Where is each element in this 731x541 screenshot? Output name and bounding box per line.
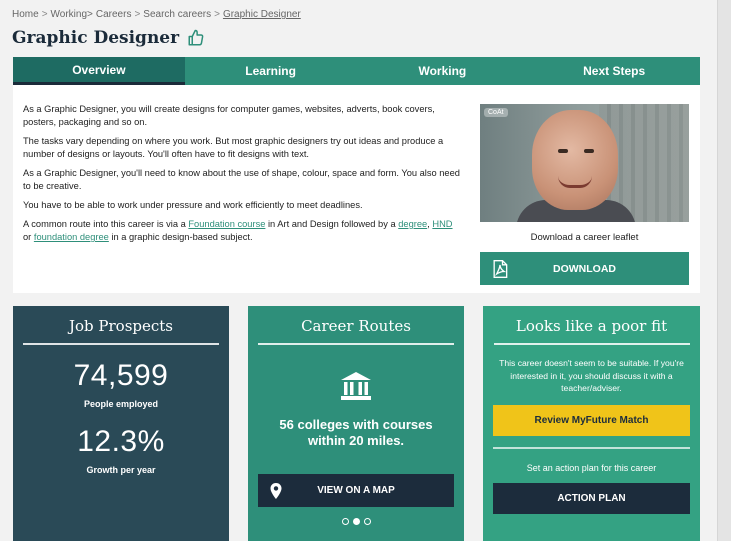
divider (258, 343, 454, 345)
pdf-icon (493, 259, 508, 278)
institution-icon (341, 372, 371, 400)
action-plan-button[interactable]: ACTION PLAN (493, 482, 690, 514)
breadcrumb-home[interactable]: Home (12, 9, 39, 20)
person-eye (558, 149, 568, 153)
career-tabs: Overview Learning Working Next Steps (13, 57, 700, 85)
route-text: in Art and Design followed by a (267, 219, 396, 229)
scrollbar[interactable] (717, 0, 731, 541)
route-text: or (23, 232, 32, 242)
route-text: in a graphic design-based subject. (111, 232, 253, 242)
career-routes-title: Career Routes (301, 317, 411, 335)
overview-paragraph: As a Graphic Designer, you will create d… (23, 104, 435, 127)
tab-working[interactable]: Working (357, 57, 529, 85)
growth-label: Growth per year (86, 465, 156, 475)
divider (23, 343, 219, 345)
degree-link[interactable]: degree (398, 219, 427, 229)
tab-overview[interactable]: Overview (13, 57, 185, 85)
overview-paragraph: You have to be able to work under pressu… (23, 200, 363, 210)
divider (493, 343, 690, 345)
title-row: Graphic Designer (12, 28, 205, 48)
job-prospects-card: Job Prospects 74,599 People employed 12.… (13, 306, 229, 541)
person-eye (584, 149, 594, 153)
overview-paragraph: As a Graphic Designer, you'll need to kn… (23, 168, 460, 191)
breadcrumb-working[interactable]: Working> (51, 9, 93, 20)
overview-text: As a Graphic Designer, you will create d… (23, 103, 463, 250)
overview-paragraph: The tasks vary depending on where you wo… (23, 136, 444, 159)
breadcrumb-search-careers[interactable]: Search careers (143, 9, 211, 20)
video-badge: CoAt (484, 108, 508, 117)
carousel-dot[interactable] (341, 518, 349, 525)
action-plan-label: Set an action plan for this career (526, 462, 657, 473)
thumbs-up-icon[interactable] (187, 29, 205, 47)
breadcrumb-separator: > (41, 9, 48, 20)
route-text: , (427, 219, 430, 229)
colleges-count-text: 56 colleges with courses within 20 miles… (279, 417, 433, 448)
divider (493, 446, 690, 449)
breadcrumb-current[interactable]: Graphic Designer (223, 9, 301, 20)
person-head (532, 110, 618, 210)
route-text: A common route into this career is via a (23, 219, 186, 229)
hnd-link[interactable]: HND (432, 219, 452, 229)
career-routes-card: Career Routes 56 colleges with courses w… (248, 306, 464, 541)
download-label: DOWNLOAD (553, 262, 616, 275)
foundation-degree-link[interactable]: foundation degree (34, 232, 109, 242)
download-button[interactable]: DOWNLOAD (480, 252, 689, 285)
breadcrumb-careers[interactable]: Careers (96, 9, 132, 20)
poor-fit-title: Looks like a poor fit (515, 317, 668, 335)
employed-value: 74,599 (73, 359, 169, 392)
overview-paragraph: A common route into this career is via a… (23, 218, 463, 244)
page-title: Graphic Designer (12, 28, 180, 48)
employed-label: People employed (83, 399, 159, 409)
foundation-course-link[interactable]: Foundation course (188, 219, 265, 229)
tab-next-steps[interactable]: Next Steps (528, 57, 700, 85)
review-myfuture-match-button[interactable]: Review MyFuture Match (493, 404, 690, 436)
breadcrumb-separator: > (214, 9, 220, 20)
job-prospects-title: Job Prospects (68, 317, 173, 335)
view-on-map-label: VIEW ON A MAP (317, 485, 395, 496)
leaflet-label: Download a career leaflet (530, 232, 639, 243)
overview-panel: As a Graphic Designer, you will create d… (13, 85, 700, 293)
career-video-thumbnail[interactable]: CoAt (480, 104, 689, 222)
growth-value: 12.3% (77, 425, 165, 458)
breadcrumb: Home > Working> Careers > Search careers… (12, 9, 301, 20)
carousel-dots (248, 518, 464, 525)
poor-fit-message: This career doesn't seem to be suitable.… (499, 358, 684, 393)
view-on-map-button[interactable]: VIEW ON A MAP (258, 474, 454, 507)
breadcrumb-separator: > (134, 9, 141, 20)
tab-learning[interactable]: Learning (185, 57, 357, 85)
carousel-dot-active[interactable] (352, 518, 360, 525)
poor-fit-card: Looks like a poor fit This career doesn'… (483, 306, 700, 541)
carousel-dot[interactable] (363, 518, 371, 525)
location-pin-icon (270, 482, 282, 499)
